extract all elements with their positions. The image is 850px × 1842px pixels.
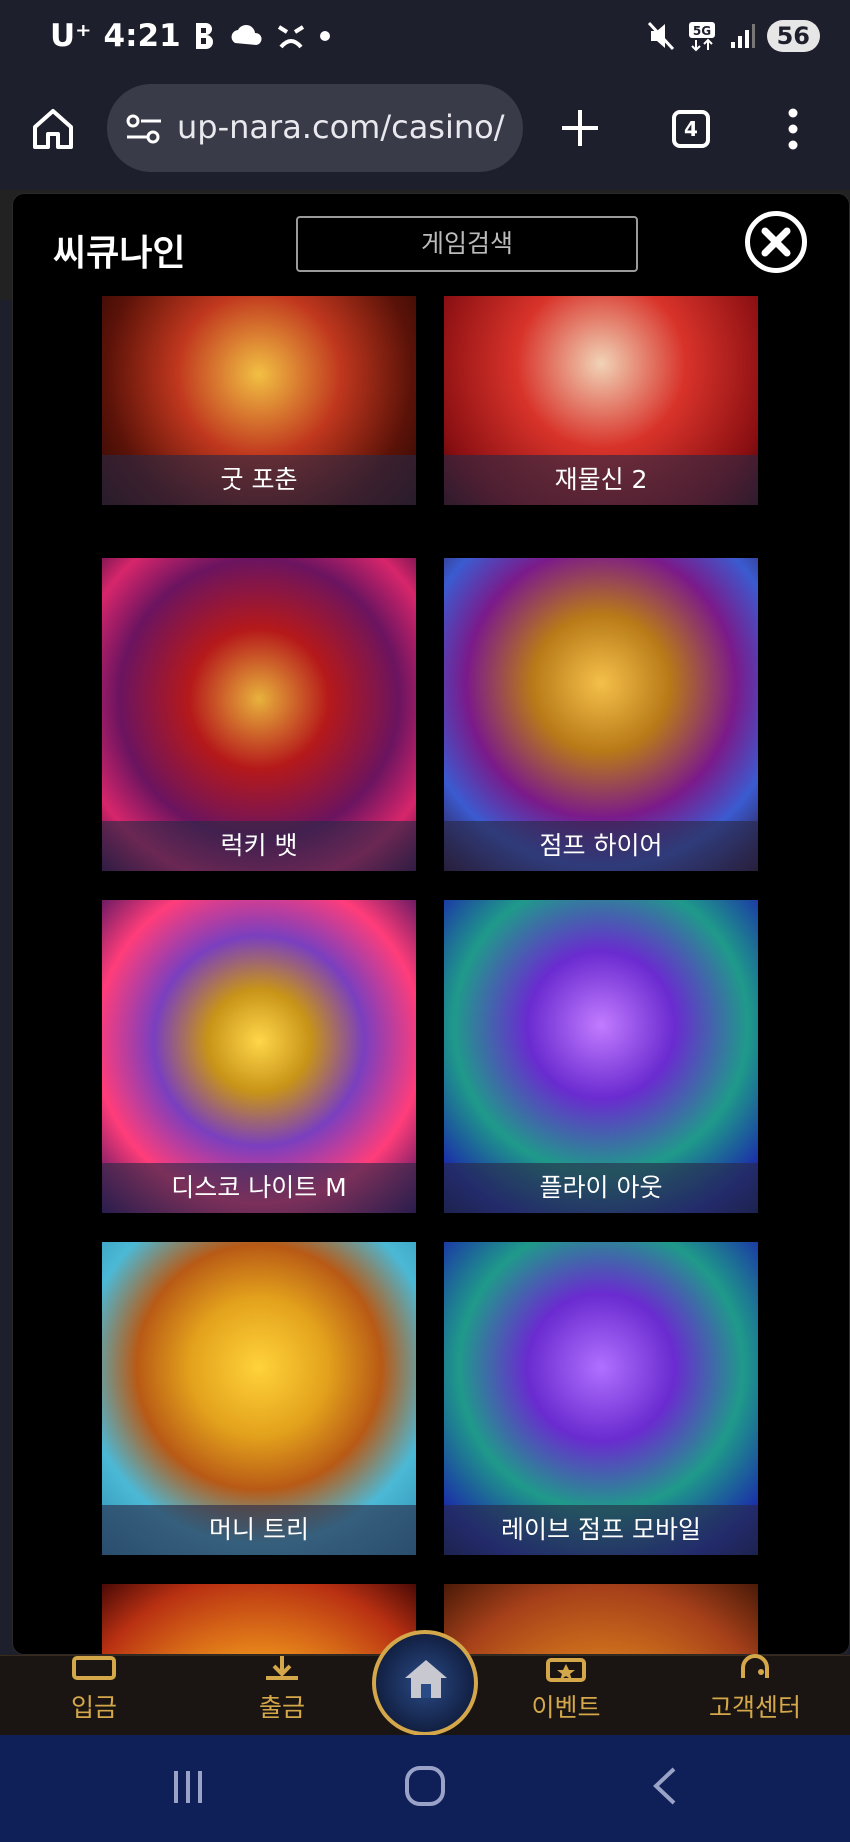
nav-event[interactable]: 이벤트 [486,1658,646,1724]
game-grid: 굿 포춘 재물신 2 럭키 뱃 점프 하이어 디스코 나이트 M 플라이 아웃 … [13,296,849,1654]
event-icon [546,1658,586,1682]
game-card-fly-out[interactable]: 플라이 아웃 [444,900,758,1213]
mute-icon [647,21,674,51]
game-label: 플라이 아웃 [444,1163,758,1213]
game-card-lucky-bats[interactable]: 럭키 뱃 [102,558,416,871]
game-label: 레이브 점프 모바일 [444,1505,758,1555]
recent-apps-icon[interactable] [168,1767,208,1807]
site-bottom-nav: 입금 출금 이벤트 고객센터 [0,1630,850,1736]
game-card-disco-night-m[interactable]: 디스코 나이트 M [102,900,416,1213]
game-card-money-tree[interactable]: 머니 트리 [102,1242,416,1555]
nav-support[interactable]: 고객센터 [675,1654,835,1724]
status-left: U⁺ 4:21 [50,18,331,54]
nav-event-label: 이벤트 [531,1693,601,1722]
home-icon[interactable] [30,106,76,152]
game-label: 재물신 2 [444,455,758,505]
battery-indicator: 56 [766,20,820,52]
b-icon [195,23,213,49]
clock: 4:21 [103,18,181,54]
game-label: 디스코 나이트 M [102,1163,416,1213]
wallet-icon [72,1656,116,1680]
nav-support-label: 고객센터 [708,1693,801,1722]
game-label: 럭키 뱃 [102,821,416,871]
nav-deposit[interactable]: 입금 [14,1656,174,1724]
site-settings-icon[interactable] [125,112,163,146]
game-label: 머니 트리 [102,1505,416,1555]
nav-deposit-label: 입금 [70,1693,117,1722]
tab-switcher-button[interactable]: 4 [672,110,710,148]
game-card-partial-2[interactable] [444,1584,758,1654]
nav-withdraw-label: 출금 [258,1693,305,1722]
game-list-modal: 씨큐나인 게임검색 굿 포춘 재물신 2 럭키 뱃 점프 하이어 디스코 나이트… [12,193,850,1655]
cloud-icon [231,25,262,45]
emoticon-icon [277,25,304,49]
more-menu-icon[interactable] [786,108,800,150]
dot-icon [319,31,330,41]
browser-toolbar: up-nara.com/casino/ 4 [0,80,850,190]
home-gesture-icon[interactable] [404,1765,446,1807]
withdraw-icon [266,1656,298,1680]
game-label: 굿 포춘 [102,455,416,505]
home-icon [405,1660,447,1698]
nav-home-button[interactable] [372,1630,478,1736]
game-card-good-fortune[interactable]: 굿 포춘 [102,296,416,505]
game-thumbnail [444,1584,758,1654]
status-right: 5G 56 [647,20,820,52]
svg-text:5G: 5G [692,24,710,38]
modal-title: 씨큐나인 [53,233,186,274]
back-icon[interactable] [650,1765,680,1807]
game-label: 점프 하이어 [444,821,758,871]
support-icon [741,1654,769,1678]
nav-withdraw[interactable]: 출금 [202,1656,362,1724]
game-thumbnail [102,1584,416,1654]
close-icon [761,227,791,257]
signal-icon [730,24,755,48]
address-bar[interactable]: up-nara.com/casino/ [107,84,523,172]
close-button[interactable] [745,211,807,273]
carrier-label: U⁺ [50,18,92,54]
game-card-rave-jump-mobile[interactable]: 레이브 점프 모바일 [444,1242,758,1555]
screen: U⁺ 4:21 5G 56 up-nara.com/casino/ 4 씨큐나인… [0,0,850,1842]
game-card-jump-higher[interactable]: 점프 하이어 [444,558,758,871]
url-text: up-nara.com/casino/ [177,108,505,146]
game-search-input[interactable]: 게임검색 [296,216,638,272]
status-bar: U⁺ 4:21 5G 56 [0,0,850,80]
network-5g-icon: 5G [688,22,715,52]
new-tab-icon[interactable] [560,108,600,148]
system-navigation-bar [0,1735,850,1842]
game-card-cai-shen-2[interactable]: 재물신 2 [444,296,758,505]
game-card-partial-1[interactable] [102,1584,416,1654]
